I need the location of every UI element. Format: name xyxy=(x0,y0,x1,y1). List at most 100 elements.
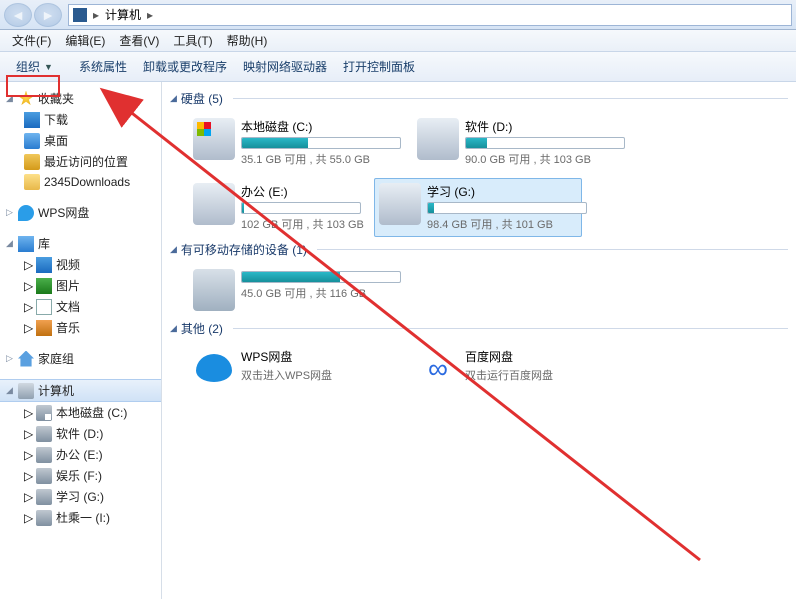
sidebar-item-drive-c[interactable]: ▷本地磁盘 (C:) xyxy=(0,402,161,423)
toolbar: 组织 ▼ 系统属性 卸载或更改程序 映射网络驱动器 打开控制面板 xyxy=(0,52,796,82)
sidebar-homegroup-head[interactable]: ▷ 家庭组 xyxy=(0,348,161,369)
collapse-caret-icon: ◢ xyxy=(6,385,14,396)
sidebar-favorites-head[interactable]: ◢ 收藏夹 xyxy=(0,88,161,109)
toolbar-organize[interactable]: 组织 ▼ xyxy=(6,55,63,78)
navigation-sidebar: ◢ 收藏夹 下载 桌面 最近访问的位置 2345Downloads ▷ WPS网… xyxy=(0,82,162,599)
drive-c[interactable]: 本地磁盘 (C:) 35.1 GB 可用 , 共 55.0 GB xyxy=(188,113,396,172)
hdd-icon xyxy=(379,183,421,225)
computer-icon xyxy=(73,8,87,22)
drive-c-name: 本地磁盘 (C:) xyxy=(241,118,391,137)
drive-e-usage-bar xyxy=(241,202,361,214)
sidebar-item-desktop[interactable]: 桌面 xyxy=(0,130,161,151)
collapse-caret-icon: ◢ xyxy=(170,323,177,334)
expand-caret-icon: ▷ xyxy=(24,511,32,525)
expand-caret-icon: ▷ xyxy=(24,300,32,314)
library-icon xyxy=(18,236,34,252)
hdd-icon xyxy=(417,118,459,160)
toolbar-map-network[interactable]: 映射网络驱动器 xyxy=(243,58,327,75)
sidebar-computer-label: 计算机 xyxy=(38,382,74,399)
drive-c-usage-bar xyxy=(241,137,401,149)
drive-g[interactable]: 学习 (G:) 98.4 GB 可用 , 共 101 GB xyxy=(374,178,582,237)
collapse-caret-icon: ◢ xyxy=(170,244,177,255)
titlebar: ◄ ► ▸ 计算机 ▸ xyxy=(0,0,796,30)
sidebar-libraries-label: 库 xyxy=(38,235,50,252)
sidebar-item-drive-f[interactable]: ▷娱乐 (F:) xyxy=(0,465,161,486)
toolbar-uninstall[interactable]: 卸载或更改程序 xyxy=(143,58,227,75)
recent-icon xyxy=(24,154,40,170)
hdd-icon xyxy=(193,183,235,225)
sidebar-computer-head[interactable]: ◢ 计算机 xyxy=(0,379,161,402)
wps-cloud-icon xyxy=(18,205,34,221)
sidebar-item-documents[interactable]: ▷文档 xyxy=(0,296,161,317)
chevron-right-icon: ▸ xyxy=(93,8,99,22)
sidebar-item-drive-g[interactable]: ▷学习 (G:) xyxy=(0,486,161,507)
video-icon xyxy=(36,257,52,273)
hdd-windows-icon xyxy=(193,118,235,160)
drive-c-stat: 35.1 GB 可用 , 共 55.0 GB xyxy=(241,149,391,167)
sidebar-item-2345downloads[interactable]: 2345Downloads xyxy=(0,172,161,192)
drive-baidu[interactable]: 百度网盘 双击运行百度网盘 xyxy=(412,343,620,395)
drive-g-name: 学习 (G:) xyxy=(427,183,577,202)
menu-edit[interactable]: 编辑(E) xyxy=(59,30,111,51)
drive-wps[interactable]: WPS网盘 双击进入WPS网盘 xyxy=(188,343,396,395)
menu-view[interactable]: 查看(V) xyxy=(113,30,165,51)
drive-d-name: 软件 (D:) xyxy=(465,118,615,137)
chevron-right-icon: ▸ xyxy=(147,8,153,22)
dropdown-caret-icon: ▼ xyxy=(44,62,53,72)
sidebar-libraries-head[interactable]: ◢ 库 xyxy=(0,233,161,254)
music-icon xyxy=(36,320,52,336)
sidebar-homegroup-label: 家庭组 xyxy=(38,350,74,367)
toolbar-organize-label: 组织 xyxy=(16,58,40,75)
collapse-caret-icon: ◢ xyxy=(170,93,177,104)
nav-back-button[interactable]: ◄ xyxy=(4,3,32,27)
computer-icon xyxy=(18,383,34,399)
toolbar-control-panel[interactable]: 打开控制面板 xyxy=(343,58,415,75)
expand-caret-icon: ▷ xyxy=(24,321,32,335)
sidebar-item-drive-e[interactable]: ▷办公 (E:) xyxy=(0,444,161,465)
sidebar-item-downloads[interactable]: 下载 xyxy=(0,109,161,130)
menu-tools[interactable]: 工具(T) xyxy=(167,30,218,51)
hdd-icon xyxy=(36,447,52,463)
sidebar-item-recent[interactable]: 最近访问的位置 xyxy=(0,151,161,172)
drive-d[interactable]: 软件 (D:) 90.0 GB 可用 , 共 103 GB xyxy=(412,113,620,172)
drive-g-stat: 98.4 GB 可用 , 共 101 GB xyxy=(427,214,577,232)
drive-removable-stat: 45.0 GB 可用 , 共 116 GB xyxy=(241,283,391,301)
sidebar-item-pictures[interactable]: ▷图片 xyxy=(0,275,161,296)
expand-caret-icon: ▷ xyxy=(6,353,14,364)
homegroup-icon xyxy=(18,351,34,367)
folder-icon xyxy=(24,174,40,190)
address-bar[interactable]: ▸ 计算机 ▸ xyxy=(68,4,792,26)
hdd-icon xyxy=(36,426,52,442)
drive-d-stat: 90.0 GB 可用 , 共 103 GB xyxy=(465,149,615,167)
drive-baidu-sub: 双击运行百度网盘 xyxy=(465,367,615,383)
sidebar-item-drive-i[interactable]: ▷杜乘一 (I:) xyxy=(0,507,161,528)
toolbar-system-properties[interactable]: 系统属性 xyxy=(79,58,127,75)
drive-e-name: 办公 (E:) xyxy=(241,183,353,202)
group-head-hdd[interactable]: ◢ 硬盘 (5) xyxy=(170,86,788,113)
group-head-other[interactable]: ◢ 其他 (2) xyxy=(170,316,788,343)
hdd-icon xyxy=(36,468,52,484)
removable-drive-icon xyxy=(193,269,235,311)
drive-removable[interactable]: 45.0 GB 可用 , 共 116 GB xyxy=(188,264,396,316)
expand-caret-icon: ▷ xyxy=(24,427,32,441)
nav-forward-button[interactable]: ► xyxy=(34,3,62,27)
drive-removable-usage-bar xyxy=(241,271,401,283)
drive-e[interactable]: 办公 (E:) 102 GB 可用 , 共 103 GB xyxy=(188,178,358,237)
menu-file[interactable]: 文件(F) xyxy=(6,30,57,51)
menu-help[interactable]: 帮助(H) xyxy=(221,30,274,51)
sidebar-item-music[interactable]: ▷音乐 xyxy=(0,317,161,338)
group-head-hdd-label: 硬盘 (5) xyxy=(181,90,223,107)
expand-caret-icon: ▷ xyxy=(6,207,14,218)
sidebar-item-drive-d[interactable]: ▷软件 (D:) xyxy=(0,423,161,444)
picture-icon xyxy=(36,278,52,294)
sidebar-item-videos[interactable]: ▷视频 xyxy=(0,254,161,275)
expand-caret-icon: ▷ xyxy=(24,279,32,293)
expand-caret-icon: ▷ xyxy=(24,258,32,272)
expand-caret-icon: ▷ xyxy=(24,448,32,462)
breadcrumb-computer[interactable]: 计算机 xyxy=(105,6,141,23)
star-icon xyxy=(18,91,34,107)
group-head-removable[interactable]: ◢ 有可移动存储的设备 (1) xyxy=(170,237,788,264)
menubar: 文件(F) 编辑(E) 查看(V) 工具(T) 帮助(H) xyxy=(0,30,796,52)
hdd-icon xyxy=(36,510,52,526)
sidebar-wps-head[interactable]: ▷ WPS网盘 xyxy=(0,202,161,223)
